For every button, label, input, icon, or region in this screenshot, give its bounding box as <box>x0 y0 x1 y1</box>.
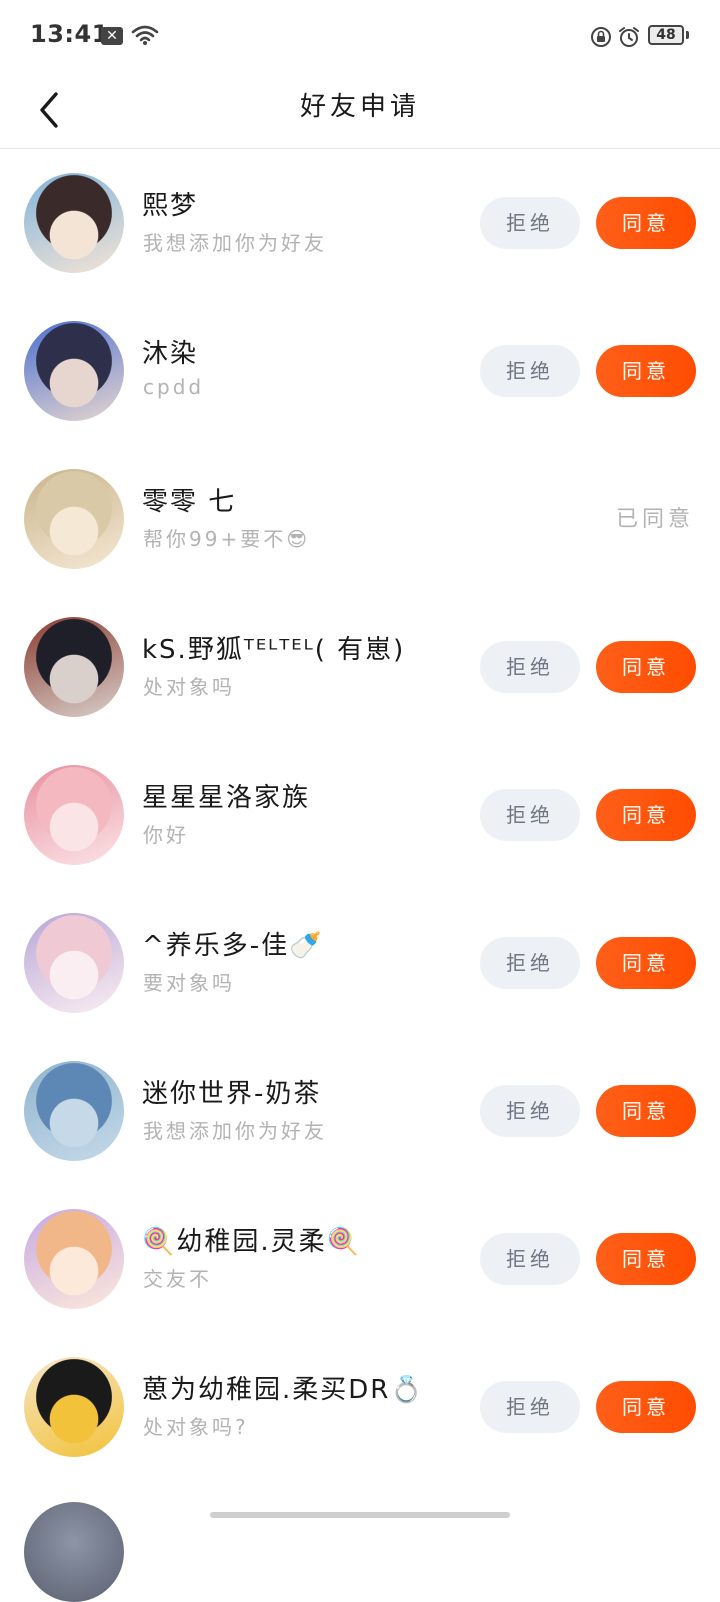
request-row: 熙梦 我想添加你为好友 拒绝 同意 <box>0 149 720 297</box>
reject-button[interactable]: 拒绝 <box>480 345 580 397</box>
request-name: 迷你世界-奶茶 <box>142 1079 322 1109</box>
reject-button[interactable]: 拒绝 <box>480 1381 580 1433</box>
request-name: 葸为幼稚园.柔买DR💍 <box>142 1375 425 1405</box>
reject-button[interactable]: 拒绝 <box>480 789 580 841</box>
header: 好友申请 <box>0 72 720 149</box>
reject-button[interactable]: 拒绝 <box>480 197 580 249</box>
request-row: 迷你世界-奶茶 我想添加你为好友 拒绝 同意 <box>0 1037 720 1185</box>
rotation-lock-icon <box>591 27 611 47</box>
request-row: 沐染 cpdd 拒绝 同意 <box>0 297 720 445</box>
request-message: 我想添加你为好友 <box>143 1119 327 1143</box>
request-message: 交友不 <box>143 1267 212 1291</box>
alarm-icon <box>619 27 639 47</box>
accept-button[interactable]: 同意 <box>596 937 696 989</box>
request-message: 你好 <box>143 823 189 847</box>
wifi-icon <box>131 25 159 45</box>
avatar[interactable] <box>24 617 124 717</box>
accept-button[interactable]: 同意 <box>596 1085 696 1137</box>
request-name: 零零 七 <box>142 487 237 517</box>
request-name: 熙梦 <box>142 191 199 221</box>
avatar[interactable] <box>24 913 124 1013</box>
home-indicator[interactable] <box>210 1512 510 1518</box>
request-name: ^养乐多-佳🍼 <box>142 931 324 961</box>
request-message: 要对象吗 <box>143 971 235 995</box>
reject-button[interactable]: 拒绝 <box>480 641 580 693</box>
friend-request-list: 熙梦 我想添加你为好友 拒绝 同意 沐染 cpdd 拒绝 同意 零零 七 帮你9… <box>0 149 720 1481</box>
request-name: 星星星洛家族 <box>142 783 311 813</box>
battery-icon: 48 <box>648 25 684 45</box>
avatar[interactable] <box>24 469 124 569</box>
avatar[interactable] <box>24 765 124 865</box>
request-name: 沐染 <box>142 339 199 369</box>
accept-button[interactable]: 同意 <box>596 1233 696 1285</box>
avatar[interactable] <box>24 1357 124 1457</box>
notification-icon: ✕ <box>101 27 123 45</box>
accept-button[interactable]: 同意 <box>596 197 696 249</box>
request-row: ^养乐多-佳🍼 要对象吗 拒绝 同意 <box>0 889 720 1037</box>
request-message: cpdd <box>143 375 205 399</box>
request-row: 零零 七 帮你99+要不😎 已同意 <box>0 445 720 593</box>
reject-button[interactable]: 拒绝 <box>480 1233 580 1285</box>
status-time: 13:41 <box>30 20 109 48</box>
accept-button[interactable]: 同意 <box>596 345 696 397</box>
status-bar: 13:41 ✕ 48 <box>0 0 720 72</box>
page-title: 好友申请 <box>299 92 420 122</box>
accepted-status: 已同意 <box>615 507 694 532</box>
request-name: 🍭幼稚园.灵柔🍭 <box>142 1227 362 1257</box>
avatar[interactable] <box>24 1209 124 1309</box>
accept-button[interactable]: 同意 <box>596 1381 696 1433</box>
request-row: 🍭幼稚园.灵柔🍭 交友不 拒绝 同意 <box>0 1185 720 1333</box>
request-row: 星星星洛家族 你好 拒绝 同意 <box>0 741 720 889</box>
battery-tip <box>686 31 689 39</box>
avatar[interactable] <box>24 1061 124 1161</box>
reject-button[interactable]: 拒绝 <box>480 937 580 989</box>
request-message: 处对象吗? <box>143 1415 249 1439</box>
request-name: kS.野狐ᵀᴱᴸᵀᴱᴸ( 有崽) <box>142 635 406 665</box>
request-row: kS.野狐ᵀᴱᴸᵀᴱᴸ( 有崽) 处对象吗 拒绝 同意 <box>0 593 720 741</box>
request-message: 帮你99+要不😎 <box>143 527 311 551</box>
avatar[interactable] <box>24 321 124 421</box>
accept-button[interactable]: 同意 <box>596 641 696 693</box>
request-row: 葸为幼稚园.柔买DR💍 处对象吗? 拒绝 同意 <box>0 1333 720 1481</box>
avatar[interactable] <box>24 173 124 273</box>
request-message: 处对象吗 <box>143 675 235 699</box>
request-message: 我想添加你为好友 <box>143 231 327 255</box>
accept-button[interactable]: 同意 <box>596 789 696 841</box>
reject-button[interactable]: 拒绝 <box>480 1085 580 1137</box>
avatar[interactable] <box>24 1502 124 1602</box>
